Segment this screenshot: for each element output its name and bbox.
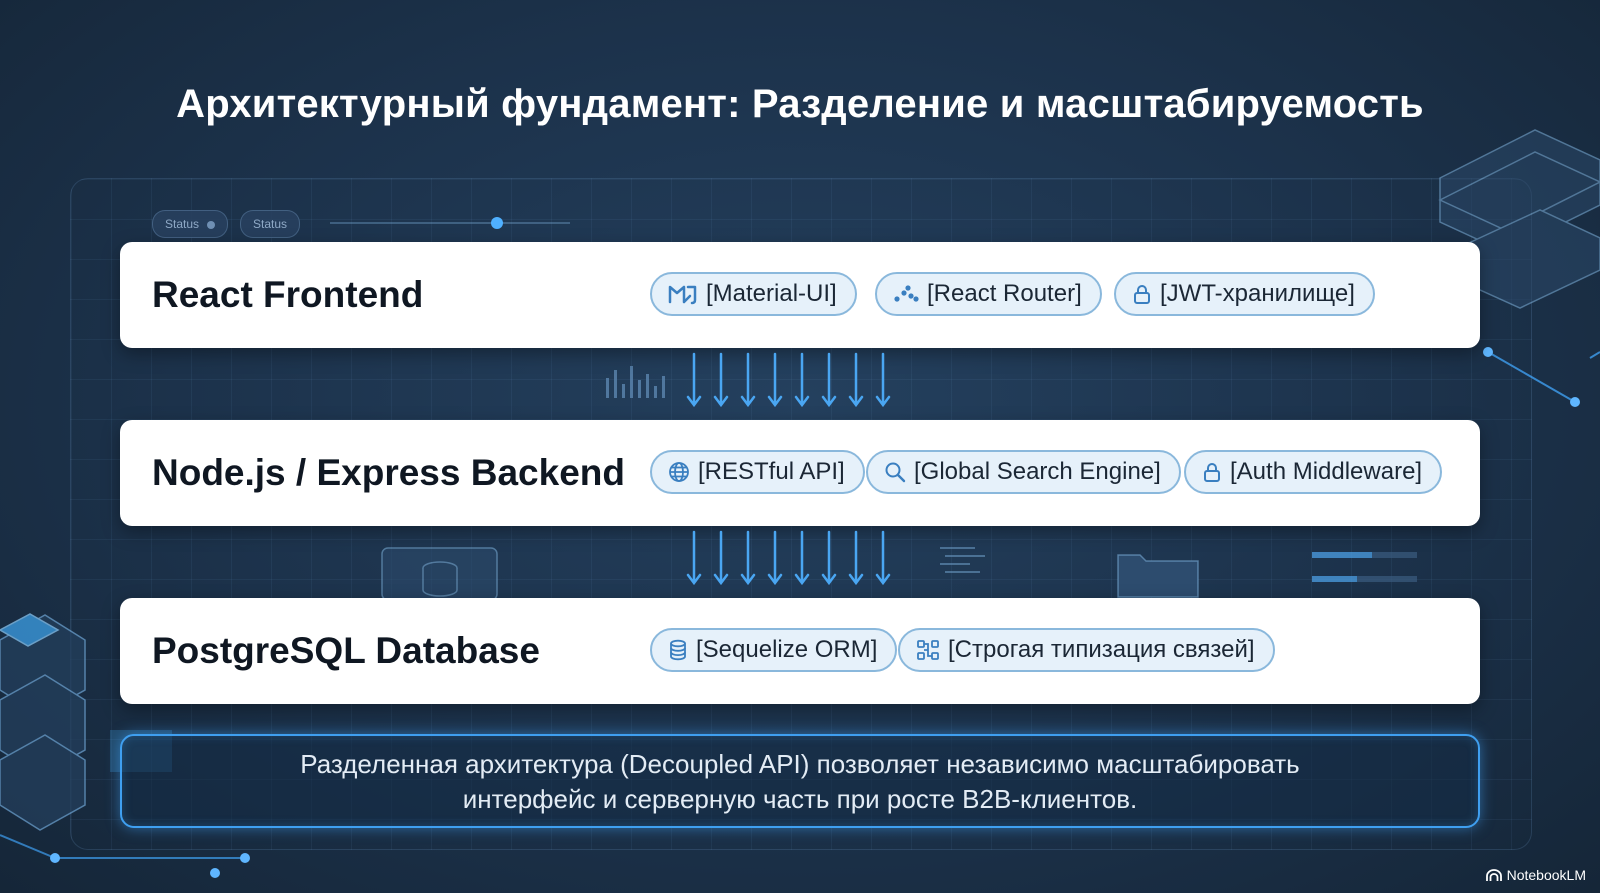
brand-watermark: NotebookLM — [1485, 867, 1586, 883]
globe-icon — [669, 462, 689, 482]
note-line: Разделенная архитектура (Decoupled API) … — [300, 749, 1300, 779]
chip-label: [Global Search Engine] — [914, 458, 1161, 485]
chip-label: [Строгая типизация связей] — [948, 636, 1255, 663]
chip-react-router: [React Router] — [875, 272, 1102, 316]
layer-title: PostgreSQL Database — [152, 630, 540, 671]
layer-title: Node.js / Express Backend — [152, 452, 625, 493]
database-icon — [670, 639, 686, 661]
chip-label: [Sequelize ORM] — [696, 636, 878, 663]
layer-database: PostgreSQL Database [Sequelize ORM] [Стр… — [120, 598, 1480, 704]
chip-label: [React Router] — [927, 280, 1082, 307]
chip-material-ui: [Material-UI] — [650, 272, 857, 316]
summary-note: Разделенная архитектура (Decoupled API) … — [120, 734, 1480, 828]
layer-title: React Frontend — [152, 274, 424, 315]
chip-restful-api: [RESTful API] — [650, 450, 865, 494]
chip-auth-middleware: [Auth Middleware] — [1184, 450, 1443, 494]
chip-sequelize-orm: [Sequelize ORM] — [650, 628, 898, 672]
layer-frontend: React Frontend [Material-UI] [React Rout… — [120, 242, 1480, 348]
arrows-frontend-to-backend — [686, 352, 891, 408]
chip-label: [JWT-хранилище] — [1160, 280, 1355, 307]
layer-backend: Node.js / Express Backend [RESTful API] … — [120, 420, 1480, 526]
status-pill: Status — [152, 210, 229, 238]
status-dot-icon — [207, 220, 216, 229]
status-pill: Status — [240, 210, 301, 238]
chip-label: [Material-UI] — [706, 280, 837, 307]
material-ui-icon — [668, 285, 697, 305]
chip-global-search-engine: [Global Search Engine] — [866, 450, 1181, 494]
note-line: интерфейс и серверную часть при росте B2… — [462, 784, 1138, 814]
chip-strict-relations-typing: [Строгая типизация связей] — [898, 628, 1275, 672]
lock-icon — [1204, 463, 1220, 482]
relations-icon — [917, 640, 939, 660]
notebooklm-logo-icon — [1485, 868, 1502, 881]
router-icon — [894, 285, 919, 302]
lock-icon — [1134, 285, 1150, 304]
arrows-backend-to-database — [686, 530, 891, 586]
page-title: Архитектурный фундамент: Разделение и ма… — [176, 82, 1424, 126]
chip-jwt-storage: [JWT-хранилище] — [1114, 272, 1375, 316]
chip-label: [RESTful API] — [698, 458, 845, 485]
chip-label: [Auth Middleware] — [1230, 458, 1423, 485]
search-icon — [885, 462, 906, 483]
